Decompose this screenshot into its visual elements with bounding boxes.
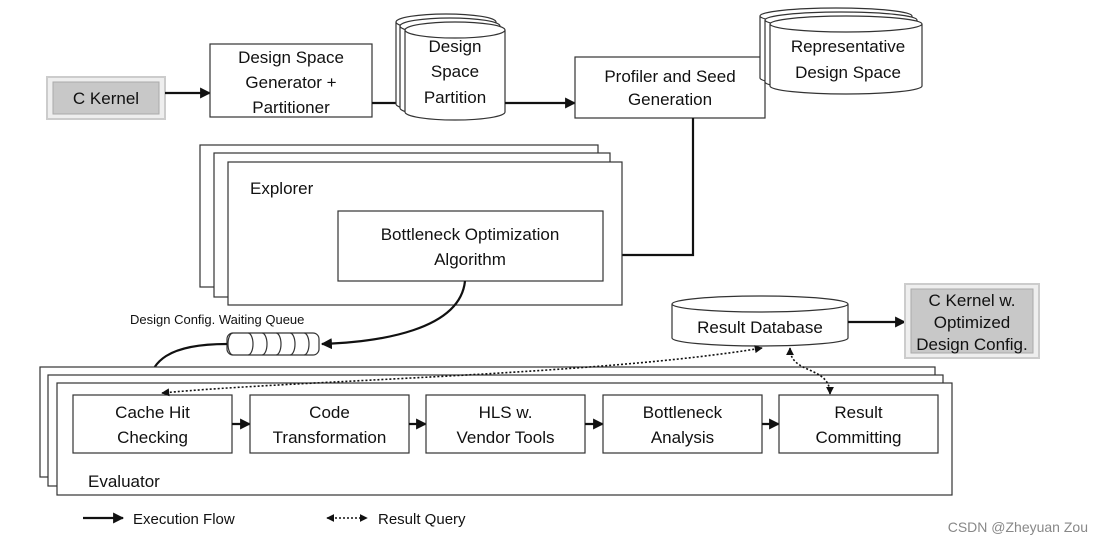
- svg-text:Generator +: Generator +: [245, 73, 336, 92]
- svg-text:Result Database: Result Database: [697, 318, 823, 337]
- waiting-queue: [226, 332, 320, 356]
- svg-text:Design: Design: [429, 37, 482, 56]
- representative-design-space-node: Representative Design Space: [759, 7, 923, 95]
- stage-label: Analysis: [651, 428, 714, 447]
- stage-label: Checking: [117, 428, 188, 447]
- evaluator-stage: Result Committing: [778, 394, 939, 454]
- legend-query-label: Result Query: [378, 511, 466, 528]
- legend: Execution Flow Result Query: [83, 511, 466, 528]
- svg-text:Partitioner: Partitioner: [252, 98, 330, 117]
- design-space-partition-node: Design Space Partition: [395, 13, 506, 121]
- svg-text:Design Space: Design Space: [795, 63, 901, 82]
- evaluator-stage: Bottleneck Analysis: [602, 394, 763, 454]
- svg-text:C Kernel: C Kernel: [73, 89, 139, 108]
- evaluator-stage: Cache Hit Checking: [72, 394, 233, 454]
- explorer-node: Explorer Bottleneck Optimization Algorit…: [199, 144, 623, 306]
- optimized-kernel-node: C Kernel w. Optimized Design Config.: [904, 283, 1040, 359]
- svg-text:Representative: Representative: [791, 37, 905, 56]
- stage-label: Result: [834, 403, 882, 422]
- profiler-node: Profiler and Seed Generation: [574, 56, 766, 119]
- svg-text:C Kernel w.: C Kernel w.: [929, 291, 1016, 310]
- bottleneck-optimization-node: [337, 210, 604, 282]
- c-kernel-node: C Kernel: [46, 76, 166, 120]
- svg-text:Design Space: Design Space: [238, 48, 344, 67]
- framework-diagram: C Kernel Design Space Generator + Partit…: [39, 7, 1088, 535]
- svg-text:Explorer: Explorer: [250, 179, 314, 198]
- svg-text:Optimized: Optimized: [934, 313, 1011, 332]
- stage-label: Bottleneck: [643, 403, 723, 422]
- design-space-generator-node: Design Space Generator + Partitioner: [209, 43, 373, 118]
- stage-label: Code: [309, 403, 350, 422]
- svg-text:Profiler and Seed: Profiler and Seed: [604, 67, 735, 86]
- stage-label: Vendor Tools: [457, 428, 555, 447]
- svg-text:Space: Space: [431, 62, 479, 81]
- svg-text:Algorithm: Algorithm: [434, 250, 506, 269]
- svg-text:Evaluator: Evaluator: [88, 472, 160, 491]
- stage-label: Cache Hit: [115, 403, 190, 422]
- stage-label: HLS w.: [479, 403, 533, 422]
- watermark: CSDN @Zheyuan Zou: [948, 519, 1088, 535]
- queue-label: Design Config. Waiting Queue: [130, 312, 304, 327]
- stage-label: Transformation: [273, 428, 387, 447]
- stage-label: Committing: [816, 428, 902, 447]
- svg-text:Design Config.: Design Config.: [916, 335, 1028, 354]
- svg-text:Generation: Generation: [628, 90, 712, 109]
- evaluator-stage: HLS w. Vendor Tools: [425, 394, 586, 454]
- evaluator-stage: Code Transformation: [249, 394, 410, 454]
- result-database-node: Result Database: [671, 295, 849, 347]
- svg-text:Bottleneck Optimization: Bottleneck Optimization: [381, 225, 560, 244]
- svg-text:Partition: Partition: [424, 88, 486, 107]
- legend-execution-label: Execution Flow: [133, 511, 235, 528]
